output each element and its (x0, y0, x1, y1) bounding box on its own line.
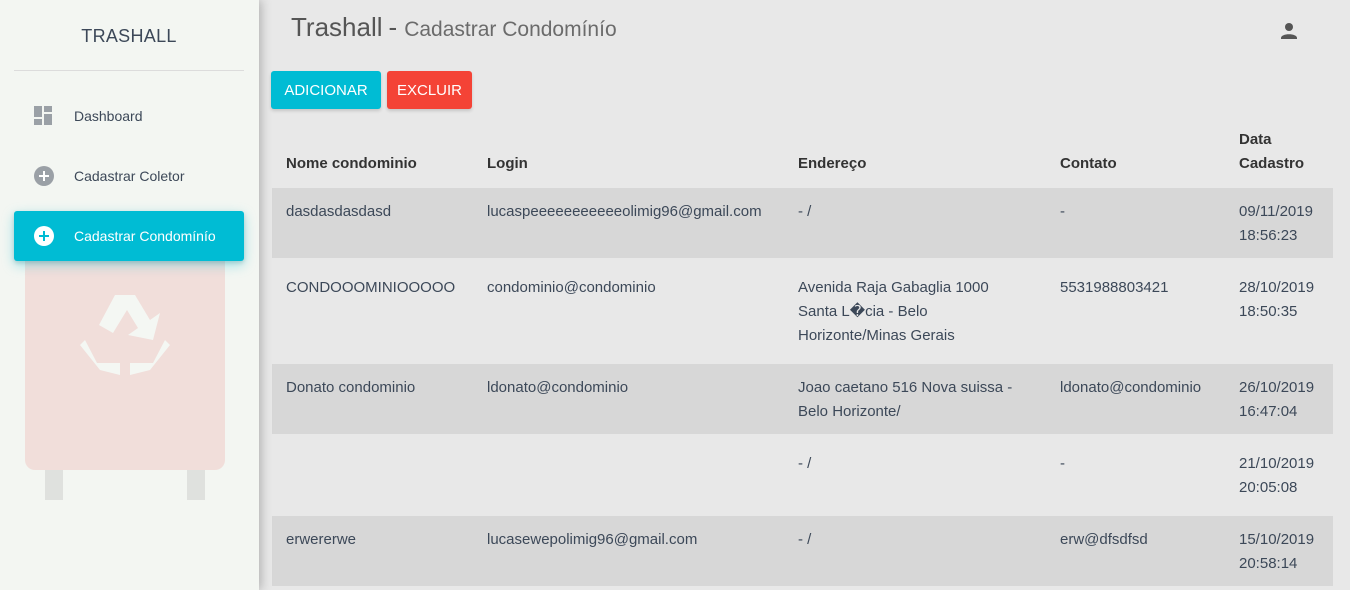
sidebar: TRASHALL Dashboard Cadastrar Coletor Cad… (0, 0, 259, 590)
cell-data-cadastro: 28/10/2019 18:50:35 (1239, 279, 1315, 320)
dashboard-icon (33, 105, 55, 127)
cell-contato: - (1060, 455, 1065, 472)
cell-login: ldonato@condominio (473, 364, 784, 434)
cell-data-cadastro: 26/10/2019 16:47:04 (1225, 364, 1333, 434)
cell-endereco: Avenida Raja Gabaglia 1000 Santa L�cia -… (798, 279, 989, 344)
cell-nome: CONDOOOMINIOOOOO (286, 279, 456, 296)
sidebar-item-label: Cadastrar Condomínío (74, 228, 216, 244)
cell-contato: ldonato@condominio (1046, 364, 1225, 434)
table-header-row: Nome condominio Login Endereço Contato D… (272, 120, 1333, 188)
cell-nome (272, 440, 473, 510)
cell-login (473, 440, 784, 510)
cell-login: lucasewepolimig96@gmail.com (473, 516, 784, 586)
column-header-login[interactable]: Login (473, 120, 784, 188)
cell-login: condominio@condominio (487, 279, 656, 296)
column-header-endereco[interactable]: Endereço (784, 120, 1046, 188)
column-header-nome[interactable]: Nome condominio (272, 120, 473, 188)
cell-nome: erwererwe (272, 516, 473, 586)
delete-button[interactable]: EXCLUIR (387, 71, 472, 109)
table-row[interactable]: dasdasdasdasd lucaspeeeeeeeeeeeolimig96@… (272, 188, 1333, 258)
table-row[interactable]: CONDOOOMINIOOOOO condominio@condominio A… (272, 264, 1333, 358)
sidebar-item-cadastrar-coletor[interactable]: Cadastrar Coletor (14, 151, 244, 201)
person-icon[interactable] (1279, 21, 1299, 41)
page-header: Trashall - Cadastrar Condomínío (291, 12, 617, 43)
cell-endereco: - / (798, 455, 812, 472)
cell-contato: - (1046, 188, 1225, 258)
cell-data-cadastro: 09/11/2019 18:56:23 (1225, 188, 1333, 258)
cell-endereco: - / (784, 188, 1046, 258)
add-button[interactable]: ADICIONAR (271, 71, 381, 109)
column-header-data-cadastro[interactable]: Data Cadastro (1225, 120, 1333, 188)
cell-nome: dasdasdasdasd (272, 188, 473, 258)
cell-contato: erw@dfsdfsd (1046, 516, 1225, 586)
main-content: Trashall - Cadastrar Condomínío ADICIONA… (259, 0, 1350, 590)
add-circle-icon (33, 165, 55, 187)
column-header-contato[interactable]: Contato (1046, 120, 1225, 188)
sidebar-item-dashboard[interactable]: Dashboard (14, 91, 244, 141)
cell-endereco: Joao caetano 516 Nova suissa - Belo Hori… (784, 364, 1046, 434)
brand-logo-text[interactable]: TRASHALL (14, 0, 244, 71)
table-row[interactable]: - / - 21/10/2019 20:05:08 (272, 440, 1333, 510)
app-root: TRASHALL Dashboard Cadastrar Coletor Cad… (0, 0, 1350, 590)
table-row[interactable]: Donato condominio ldonato@condominio Joa… (272, 364, 1333, 434)
sidebar-item-label: Dashboard (74, 108, 143, 124)
condominio-table: Nome condominio Login Endereço Contato D… (272, 120, 1333, 586)
sidebar-item-cadastrar-condominio[interactable]: Cadastrar Condomínío (14, 211, 244, 261)
cell-endereco: - / (784, 516, 1046, 586)
table-row[interactable]: erwererwe lucasewepolimig96@gmail.com - … (272, 516, 1333, 586)
cell-contato: 5531988803421 (1060, 279, 1169, 296)
cell-data-cadastro: 21/10/2019 20:05:08 (1239, 455, 1315, 496)
add-circle-icon (33, 225, 55, 247)
cell-data-cadastro: 15/10/2019 20:58:14 (1225, 516, 1333, 586)
cell-login: lucaspeeeeeeeeeeeolimig96@gmail.com (473, 188, 784, 258)
title-separator: - (388, 12, 398, 42)
app-name: Trashall (291, 12, 383, 42)
cell-nome: Donato condominio (272, 364, 473, 434)
page-title: Cadastrar Condomínío (404, 18, 617, 41)
sidebar-item-label: Cadastrar Coletor (74, 168, 185, 184)
